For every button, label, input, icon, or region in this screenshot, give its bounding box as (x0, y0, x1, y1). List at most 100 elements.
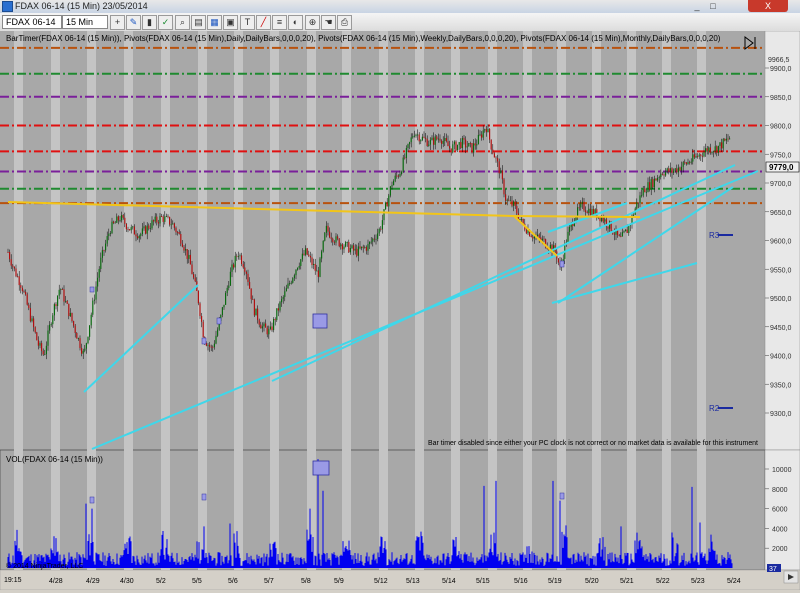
date-label: 5/5 (192, 578, 202, 585)
volume-marker[interactable] (312, 460, 330, 476)
indicator-header: BarTimer(FDAX 06-14 (15 Min)), Pivots(FD… (6, 34, 721, 43)
candle-body (637, 202, 639, 204)
candle-body (429, 140, 431, 145)
candle-body (292, 278, 294, 283)
instrument-selector[interactable]: FDAX 06-14 (2, 15, 62, 29)
indicators-icon[interactable]: ▦ (207, 15, 222, 30)
candle-body (671, 168, 673, 173)
candle-body (125, 223, 127, 230)
crosshair-icon[interactable]: + (110, 15, 125, 30)
interval-selector[interactable]: 15 Min (62, 15, 108, 29)
candle-body (685, 162, 687, 165)
candle-body (639, 195, 641, 204)
candle-body (484, 129, 486, 131)
candle-body (583, 201, 585, 211)
candle-body (532, 237, 534, 239)
candle-body (511, 200, 513, 206)
close-button[interactable]: X (748, 0, 788, 12)
candle-body (170, 224, 172, 226)
candle-body (461, 138, 463, 149)
candle-body (711, 152, 713, 153)
magnify-icon[interactable]: ⌕ (175, 15, 190, 30)
color-icon[interactable]: ◐ (288, 15, 303, 30)
price-tick-label: 9300,0 (770, 411, 792, 418)
hand-icon[interactable]: ☚ (321, 15, 336, 30)
chart-panel[interactable]: 9900,0 9850,0 9800,0 9750,0 9700,0 9650,0 9600… (0, 30, 800, 591)
candle-body (383, 209, 385, 221)
candle-body (148, 225, 150, 229)
candle-body (506, 199, 508, 201)
date-label: 5/14 (442, 578, 456, 585)
candle-body (412, 136, 414, 138)
candle-body (687, 162, 689, 165)
candle-body (113, 221, 115, 224)
candle-body (100, 257, 102, 269)
candle-body (81, 348, 83, 354)
session-band (307, 31, 316, 450)
candle-body (193, 274, 195, 278)
candle-body (84, 348, 86, 351)
candle-body (153, 220, 155, 222)
session-band (342, 31, 351, 450)
candle-body (338, 238, 340, 247)
strategy-icon[interactable]: ▣ (223, 15, 238, 30)
candle-body (282, 296, 284, 300)
candle-body (445, 138, 447, 142)
candle-body (281, 299, 283, 303)
print-icon[interactable]: ⎙ (337, 15, 352, 30)
candle-body (415, 134, 417, 136)
candle-body (389, 186, 391, 196)
candle-body (250, 288, 252, 300)
date-label: 5/13 (406, 578, 420, 585)
candle-body (145, 226, 147, 234)
candle-body (31, 318, 33, 322)
candle-body (636, 202, 638, 209)
buy-marker[interactable] (312, 313, 328, 329)
scroll-right-icon[interactable] (783, 570, 799, 584)
bars-icon[interactable]: ▮ (142, 15, 157, 30)
price-chart[interactable]: 9900,0 9850,0 9800,0 9750,0 9700,0 9650,0 9600… (0, 30, 800, 591)
pencil-icon[interactable]: ✎ (126, 15, 141, 30)
candle-body (698, 154, 700, 157)
text-icon[interactable]: T (240, 15, 255, 30)
candle-body (141, 228, 143, 235)
candle-body (121, 215, 123, 221)
candle-body (122, 215, 124, 218)
candle-body (700, 154, 702, 156)
candle-body (655, 178, 657, 181)
candle-body (253, 299, 255, 316)
candle-body (537, 234, 539, 237)
candle-body (212, 346, 214, 348)
candle-body (413, 135, 415, 137)
candle-body (277, 308, 279, 311)
candle-body (285, 288, 287, 292)
candle-body (92, 300, 94, 315)
candle-body (330, 237, 332, 239)
title-bar: FDAX 06-14 (15 Min) 23/05/2014 _ □ X (0, 0, 800, 14)
candle-body (114, 222, 116, 224)
price-tick-label: 9700,0 (770, 181, 792, 188)
session-band (697, 31, 706, 450)
candle-body (97, 277, 99, 287)
candle-body (367, 244, 369, 251)
candle-body (378, 228, 380, 234)
candle-body (385, 202, 387, 210)
candle-body (660, 173, 662, 178)
candle-body (647, 182, 649, 192)
minimize-button[interactable]: _ (690, 0, 704, 12)
candle-body (71, 312, 73, 322)
candle-body (485, 129, 487, 133)
zoom-icon[interactable]: ⊕ (305, 15, 320, 30)
chart-style-icon[interactable]: ✓ (158, 15, 173, 30)
maximize-button[interactable]: □ (706, 0, 720, 12)
candle-body (101, 250, 103, 258)
candle-body (716, 146, 718, 153)
fib-icon[interactable]: ≡ (272, 15, 287, 30)
line-icon[interactable]: ╱ (256, 15, 271, 30)
candle-body (287, 283, 289, 289)
candle-body (164, 216, 166, 222)
candle-body (108, 233, 110, 237)
properties-icon[interactable]: ▤ (191, 15, 206, 30)
candle-body (249, 282, 251, 289)
price-tick-label: 9650,0 (770, 210, 792, 217)
